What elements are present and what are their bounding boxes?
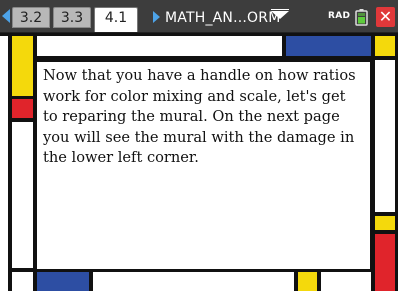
angle-mode-indicator: RAD	[328, 11, 351, 21]
white-block	[12, 272, 33, 291]
battery-icon	[355, 9, 368, 26]
blue-block	[286, 36, 371, 56]
red-block	[375, 234, 395, 291]
yellow-block	[12, 36, 33, 96]
tab-label: 3.3	[60, 10, 84, 26]
yellow-block	[375, 216, 395, 230]
instruction-text: Now that you have a handle on how ratios…	[37, 62, 370, 269]
white-block	[12, 122, 33, 268]
top-bar: 3.2 3.3 4.1 MATH_AN...ORM RAD ✕	[0, 0, 398, 33]
dropdown-icon[interactable]	[271, 9, 289, 19]
blue-block	[37, 272, 89, 291]
tab-label: 4.1	[104, 10, 128, 26]
document-name[interactable]: MATH_AN...ORM	[165, 8, 280, 28]
white-block	[37, 36, 282, 56]
white-block	[0, 36, 8, 291]
tab-3-2[interactable]: 3.2	[12, 7, 50, 28]
yellow-block	[298, 272, 317, 291]
nav-left-arrow-icon[interactable]	[2, 9, 10, 23]
white-block	[375, 60, 395, 212]
tab-label: 3.2	[19, 10, 43, 26]
red-block	[12, 99, 33, 118]
white-block	[321, 272, 371, 291]
yellow-block	[375, 36, 395, 56]
tab-3-3[interactable]: 3.3	[53, 7, 91, 28]
tab-4-1[interactable]: 4.1	[94, 7, 138, 32]
close-icon[interactable]: ✕	[376, 7, 395, 27]
white-block	[93, 272, 294, 291]
doc-arrow-icon	[153, 11, 160, 23]
